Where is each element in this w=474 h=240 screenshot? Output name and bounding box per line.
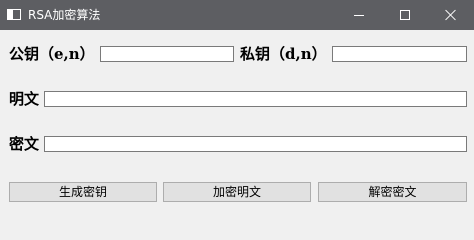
public-key-field[interactable] [100, 46, 234, 62]
decrypt-button[interactable]: 解密密文 [318, 182, 467, 202]
maximize-button[interactable] [382, 0, 428, 30]
ciphertext-label: 密文 [9, 135, 40, 153]
maximize-icon [400, 10, 410, 20]
private-key-label: 私钥（d,n） [240, 45, 327, 63]
app-window-icon [7, 9, 21, 20]
generate-keys-button[interactable]: 生成密钥 [9, 182, 157, 202]
window-title: RSA加密算法 [28, 8, 101, 22]
encrypt-button[interactable]: 加密明文 [163, 182, 311, 202]
minimize-icon [354, 14, 364, 16]
private-key-field[interactable] [332, 46, 467, 62]
title-bar: RSA加密算法 [0, 0, 474, 30]
plaintext-label: 明文 [9, 90, 40, 108]
public-key-label: 公钥（e,n） [9, 45, 95, 63]
plaintext-field[interactable] [44, 91, 467, 107]
ciphertext-field[interactable] [44, 136, 467, 152]
minimize-button[interactable] [336, 0, 382, 30]
close-button[interactable] [428, 0, 474, 30]
close-icon [445, 9, 457, 21]
